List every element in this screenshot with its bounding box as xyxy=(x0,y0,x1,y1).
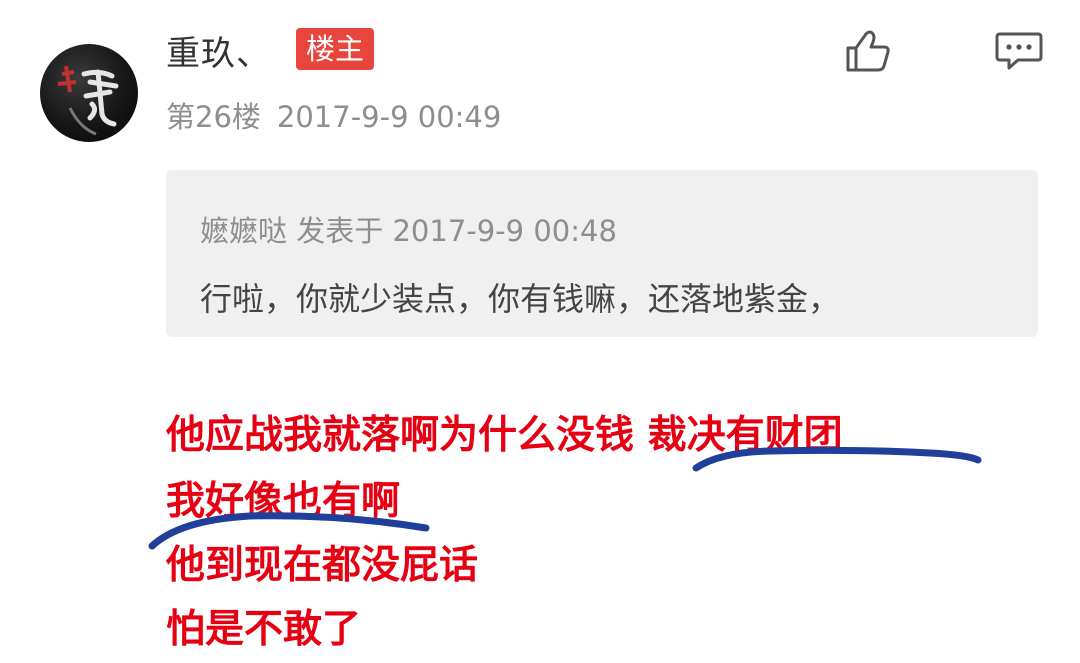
owner-badge: 楼主 xyxy=(296,28,375,70)
avatar[interactable] xyxy=(40,44,138,142)
quoted-reply[interactable]: 嬷嬷哒 发表于 2017-9-9 00:48 行啦，你就少装点，你有钱嘛，还落地… xyxy=(166,170,1038,337)
quote-posted-label: 发表于 xyxy=(296,214,384,248)
quote-author[interactable]: 嬷嬷哒 xyxy=(200,208,287,250)
post-timestamp: 2017-9-9 00:49 xyxy=(276,100,502,134)
comment-bubble-icon xyxy=(995,32,1043,70)
quote-text: 行啦，你就少装点，你有钱嘛，还落地紫金， xyxy=(200,280,841,318)
comment-button[interactable] xyxy=(994,30,1044,72)
quote-meta: 嬷嬷哒 发表于 2017-9-9 00:48 xyxy=(200,208,617,250)
username[interactable]: 重玖、 xyxy=(166,26,271,75)
like-button[interactable] xyxy=(842,28,892,74)
avatar-calligraphy-image xyxy=(57,65,119,136)
floor-meta: 第26楼 2017-9-9 00:49 xyxy=(166,94,501,136)
annotation-line-3: 他到现在都没屁话 xyxy=(166,543,479,588)
floor-number: 第26楼 xyxy=(166,100,261,134)
annotation-line-2: 我好像也有啊 xyxy=(166,479,401,524)
quote-timestamp: 2017-9-9 00:48 xyxy=(392,214,617,248)
annotation-line-4: 怕是不敢了 xyxy=(166,607,362,652)
annotation-line-1: 他应战我就落啊为什么没钱 裁决有财团 xyxy=(166,413,843,458)
thumbs-up-icon xyxy=(846,30,890,72)
